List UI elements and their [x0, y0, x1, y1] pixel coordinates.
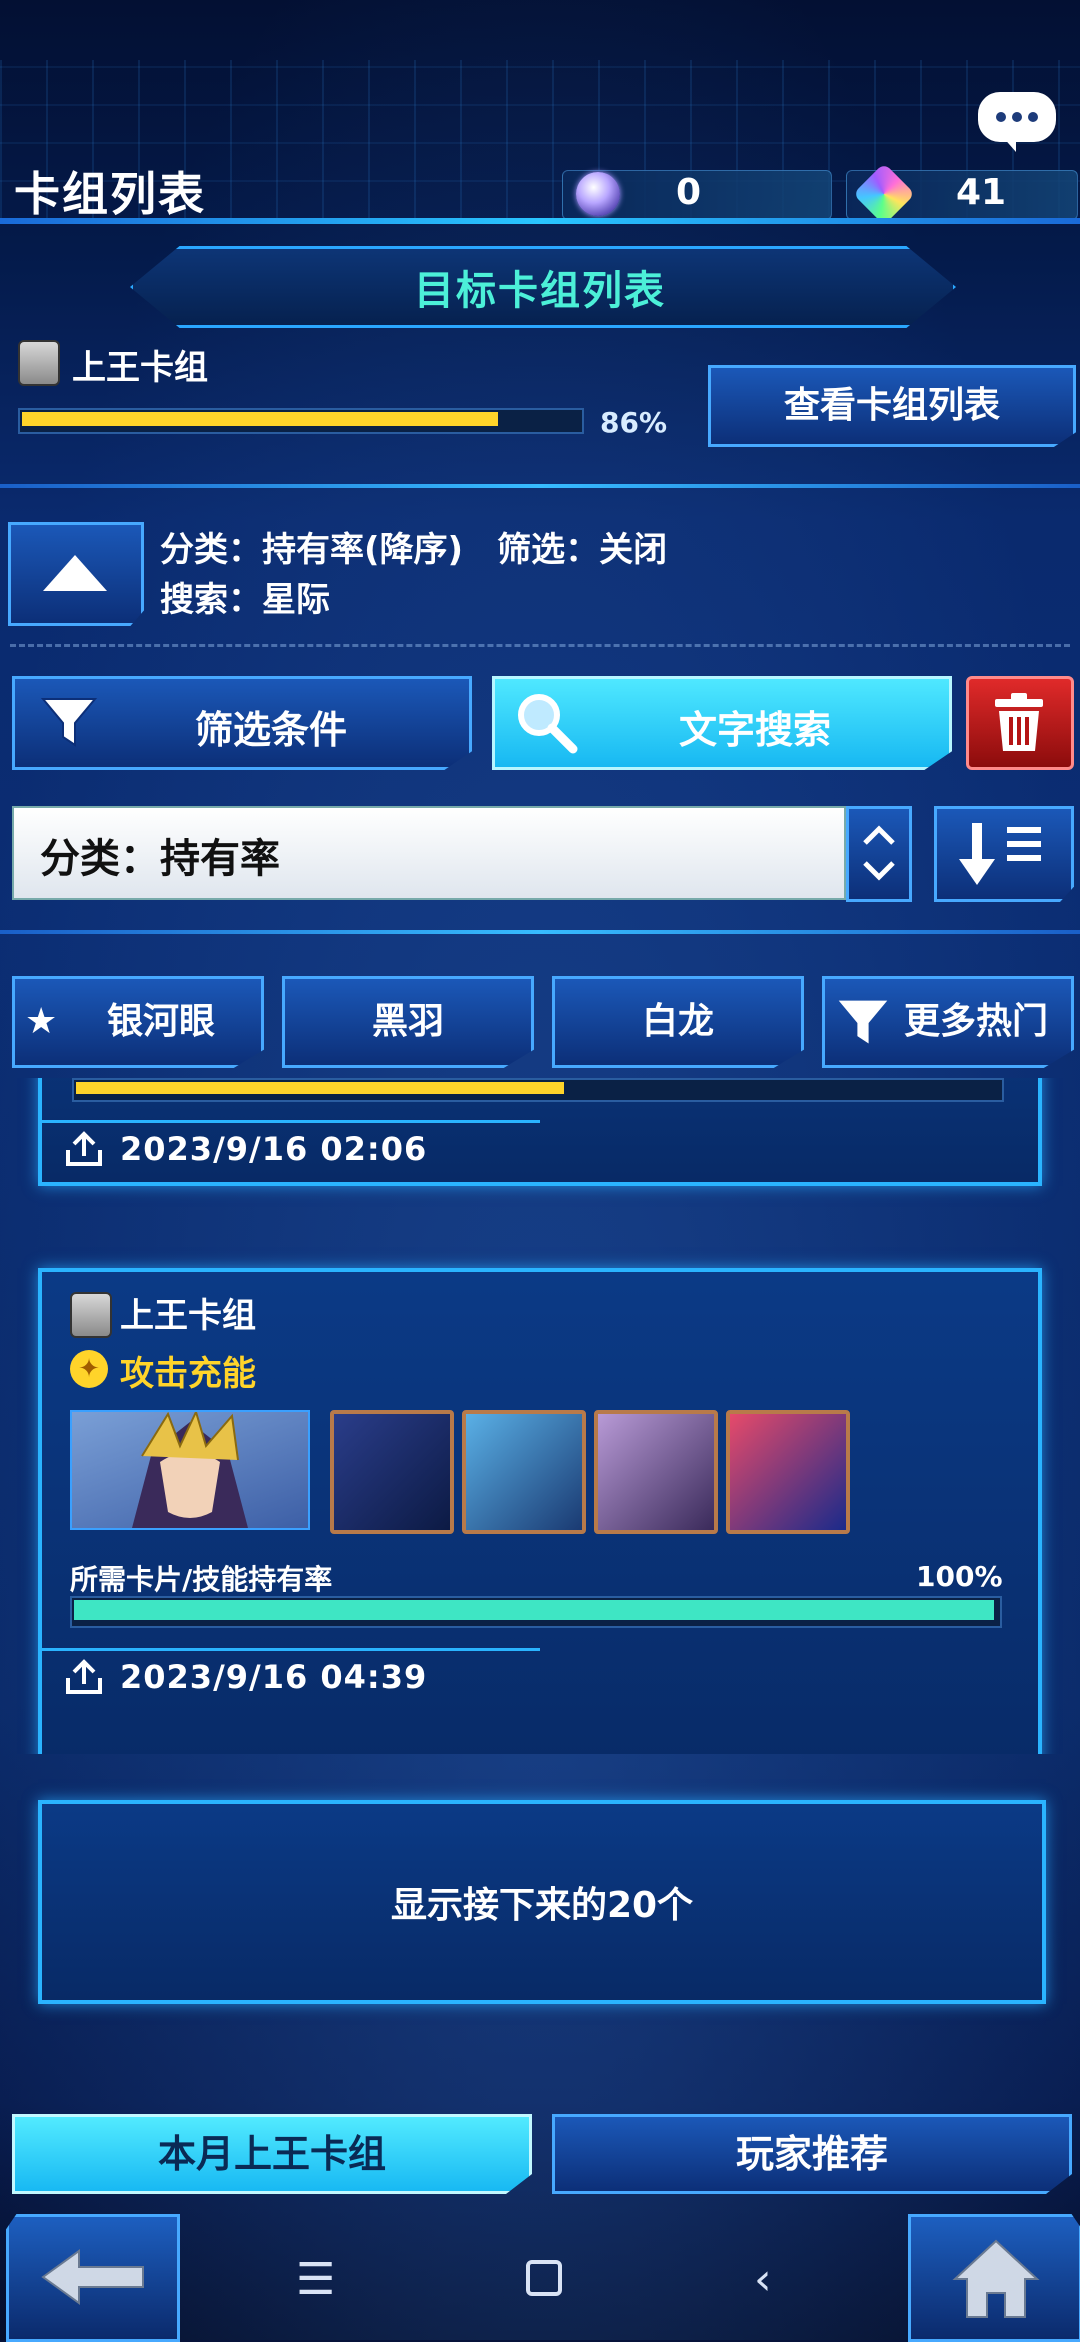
chip-white-dragon[interactable]: 白龙 — [552, 976, 804, 1068]
up-down-arrows-icon — [863, 825, 895, 881]
trash-button[interactable] — [966, 676, 1074, 770]
chip-blackwing[interactable]: 黑羽 — [282, 976, 534, 1068]
target-deck-label: 目标卡组列表 — [414, 268, 666, 314]
sort-descending-icon — [959, 823, 1041, 885]
collapse-arrow-button[interactable] — [8, 522, 144, 626]
card-thumbnail-2 — [462, 1410, 586, 1534]
search-info: 搜索：星际 — [160, 580, 330, 620]
show-next-label: 显示接下来的20个 — [390, 1885, 694, 1926]
menu-icon[interactable]: ☰ — [296, 2254, 335, 2305]
target-progress-percent: 86% — [600, 406, 668, 439]
card-deck-name: 上王卡组 — [120, 1296, 256, 1336]
tab-player-recommended[interactable]: 玩家推荐 — [552, 2114, 1072, 2194]
card-date: 2023/9/16 04:39 — [120, 1658, 428, 1696]
card-thumbnail-3 — [594, 1410, 718, 1534]
orb-gem-icon — [576, 172, 620, 216]
card-rate-percent: 100% — [916, 1560, 1003, 1593]
card-thumbnail-4 — [726, 1410, 850, 1534]
target-deck-name: 上王卡组 — [72, 348, 208, 388]
arrow-left-icon — [41, 2249, 144, 2305]
card-skill-name: 攻击充能 — [120, 1354, 256, 1394]
chip-label: 银河眼 — [106, 1001, 215, 1042]
filter-conditions-label: 筛选条件 — [195, 708, 348, 752]
magnifier-icon — [518, 694, 578, 754]
deck-box-icon — [18, 340, 60, 386]
deck-list[interactable]: 2023/9/16 02:06 上王卡组 ✦ 攻击充能 所需卡片/技能持有率 1… — [0, 1078, 1080, 1754]
card-rate-fill — [74, 1600, 994, 1620]
sort-filter-info: 分类：持有率(降序) 筛选：关闭 — [160, 530, 668, 570]
currency-orb-count: 0 — [676, 172, 702, 213]
skill-icon: ✦ — [70, 1350, 108, 1388]
section-divider-2 — [0, 930, 1080, 934]
card-progress-fill — [76, 1082, 564, 1094]
chip-label: 白龙 — [641, 1001, 714, 1042]
target-progress-fill — [22, 412, 498, 426]
filter-conditions-button[interactable]: 筛选条件 — [12, 676, 472, 770]
funnel-icon — [40, 698, 98, 747]
chip-label: 黑羽 — [371, 1001, 444, 1042]
text-search-label: 文字搜索 — [679, 708, 832, 752]
chip-label: 更多热门 — [903, 1001, 1048, 1042]
star-icon: ★ — [25, 1001, 58, 1042]
chip-galaxy-eyes[interactable]: ★ 银河眼 — [12, 976, 264, 1068]
page-title: 卡组列表 — [14, 167, 206, 221]
select-stepper[interactable] — [846, 806, 912, 902]
card-rate-label: 所需卡片/技能持有率 — [70, 1563, 333, 1596]
tab-monthly-top-deck[interactable]: 本月上王卡组 — [12, 2114, 532, 2194]
character-portrait-icon — [132, 1409, 248, 1528]
card-footer-line — [40, 1120, 540, 1123]
text-search-button[interactable]: 文字搜索 — [492, 676, 952, 770]
home-button[interactable] — [908, 2214, 1080, 2342]
character-portrait — [70, 1409, 310, 1530]
upload-icon — [66, 1659, 102, 1694]
sort-order-button[interactable] — [934, 806, 1074, 902]
section-divider — [0, 484, 1080, 488]
chat-icon[interactable] — [978, 92, 1056, 152]
home-icon — [952, 2239, 1040, 2318]
back-button[interactable] — [6, 2214, 180, 2342]
card-thumbnail-1 — [330, 1410, 454, 1534]
funnel-icon — [838, 1000, 888, 1044]
dashed-divider — [10, 644, 1070, 647]
chip-more-popular[interactable]: 更多热门 — [822, 976, 1074, 1068]
deck-box-icon — [70, 1292, 112, 1338]
card-footer-line — [40, 1648, 540, 1651]
view-deck-list-button[interactable]: 查看卡组列表 — [708, 365, 1076, 447]
show-next-button[interactable]: 显示接下来的20个 — [38, 1800, 1046, 2004]
home-square-icon[interactable] — [526, 2260, 562, 2296]
card-date: 2023/9/16 02:06 — [120, 1130, 428, 1168]
system-back-icon[interactable]: ‹ — [754, 2254, 772, 2305]
sort-category-value: 分类：持有率 — [40, 836, 280, 882]
upload-icon — [66, 1131, 102, 1166]
trash-icon — [995, 693, 1043, 751]
header-divider — [0, 218, 1080, 224]
currency-gem-count: 41 — [956, 172, 1007, 213]
